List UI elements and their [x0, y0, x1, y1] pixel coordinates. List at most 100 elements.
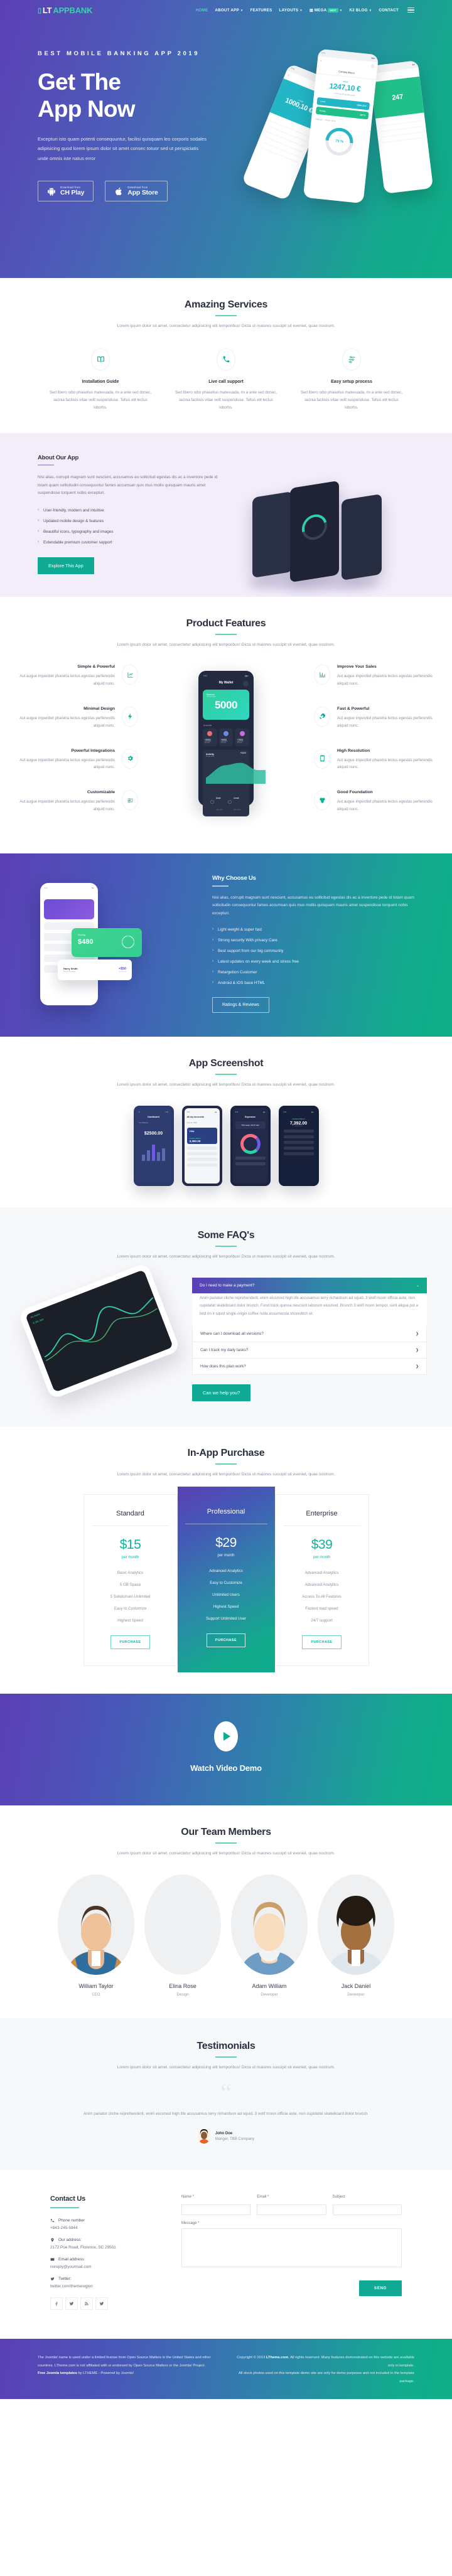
- list-row: [283, 1152, 314, 1155]
- purchase-button-standard[interactable]: PURCHASE: [110, 1635, 150, 1649]
- footer-ltheme-link[interactable]: LTheme.com: [266, 2356, 288, 2360]
- feature-desc: Aut augue imperdiet pharetra lectus eges…: [337, 674, 433, 686]
- week-range: This week, 20-27 Jan: [235, 1121, 266, 1129]
- more-options-icon[interactable]: [243, 681, 249, 687]
- message-textarea[interactable]: [181, 2228, 402, 2267]
- feature-title: Customizable: [87, 790, 115, 795]
- rss-icon[interactable]: [80, 2297, 93, 2311]
- title-underline: [215, 634, 237, 636]
- email-input[interactable]: [257, 2204, 326, 2215]
- plan-feature: Highest Speed: [117, 1618, 143, 1623]
- team-section: Our Team Members Lorem ipsum dolor sit a…: [0, 1805, 452, 2018]
- nav-label: MEGA: [314, 8, 327, 13]
- faq-item: Do I need to make a payment? ⌄ Anim pari…: [192, 1277, 427, 1326]
- card-sub: Visa Debit Account: [237, 741, 244, 744]
- purple-card: [44, 899, 94, 920]
- hamburger-menu-icon[interactable]: [407, 7, 414, 13]
- screenshot-item[interactable]: 9:41 ▮▰ All my accounts June 11, 2019 VIS…: [181, 1105, 222, 1186]
- app-store-button[interactable]: Download from App Store: [105, 181, 168, 202]
- nav-item-layouts[interactable]: LAYOUTS ▼: [279, 8, 303, 13]
- list-row: [186, 1163, 217, 1167]
- faq-item: Where can I download all versions? ❯: [192, 1325, 427, 1342]
- why-title: Why Choose Us: [212, 875, 256, 882]
- nav-item-contact[interactable]: CONTACT: [379, 8, 399, 13]
- sliders-icon: [122, 790, 138, 811]
- faq-accordion: Do I need to make a payment? ⌄ Anim pari…: [192, 1277, 427, 1401]
- faq-question-header[interactable]: Where can I download all versions? ❯: [193, 1326, 426, 1342]
- faq-question-header[interactable]: Do I need to make a payment? ⌄: [192, 1277, 427, 1293]
- screenshot-item[interactable]: 9:41 ▮▰ Available Balance 7,392.00 2019 $…: [278, 1105, 319, 1186]
- twitter-icon[interactable]: [65, 2297, 78, 2311]
- twitter-bird-icon[interactable]: [95, 2297, 108, 2311]
- nav-item-k2-blog[interactable]: K2 BLOG ▼: [349, 8, 372, 13]
- hot-badge: HOT: [328, 8, 338, 13]
- title-underline: [215, 1074, 237, 1076]
- email-field-group: Email *: [257, 2195, 326, 2215]
- features-phone-mockup: 9:41 ▮▮▰ My Wallet Balance 20 Jan 2019 50…: [138, 665, 314, 816]
- screenshot-carousel: ☰ 9:41 Dashboard Your Balance $2500.00 9:…: [19, 1105, 433, 1186]
- faq-section: Some FAQ's Lorem ipsum dolor sit amet, c…: [0, 1207, 452, 1426]
- testimonials-title: Testimonials: [196, 2040, 256, 2051]
- nav-item-mega[interactable]: ▥ MEGA HOT ▼: [309, 8, 343, 13]
- features-right-column: Improve Your Sales Aut augue imperdiet p…: [314, 665, 433, 832]
- nav-item-features[interactable]: FEATURES: [250, 8, 272, 13]
- form-row-top: Name * Email * Subject: [181, 2195, 402, 2215]
- title-underline: [215, 315, 237, 316]
- goal-progress-ring: 75 %: [320, 122, 359, 161]
- screenshot-item[interactable]: 9:41 ▮▰ Expenses This week, 20-27 Jan: [230, 1105, 271, 1186]
- site-logo[interactable]: ▯ LT APPBANK: [38, 6, 92, 15]
- radio-icon: [228, 800, 232, 804]
- nav-item-home[interactable]: HOME: [196, 8, 208, 13]
- testimonial-quote: Anim pariatur cliche reprehenderit, enim…: [83, 2112, 369, 2117]
- subject-field-group: Subject: [332, 2195, 402, 2215]
- send-button[interactable]: SEND: [358, 2280, 402, 2296]
- account-card: +5000 Visa Debit Account: [203, 729, 217, 746]
- feature-item: Improve Your Sales Aut augue imperdiet p…: [314, 665, 433, 688]
- phone-list: [375, 112, 428, 146]
- name-input[interactable]: [181, 2204, 251, 2215]
- faq-question-header[interactable]: How does this plan work? ❯: [193, 1359, 426, 1374]
- can-we-help-you-button[interactable]: Can we help you?: [192, 1384, 251, 1401]
- subject-input[interactable]: [332, 2204, 402, 2215]
- gear-icon: [122, 748, 138, 769]
- tab-credit[interactable]: Credit 5663, 1871: [228, 791, 242, 813]
- footer-joomla-templates-link[interactable]: Free Joomla templates: [38, 2371, 77, 2375]
- ratings-reviews-button[interactable]: Ratings & Reviews: [212, 997, 269, 1013]
- play-icon[interactable]: [214, 1721, 238, 1751]
- feature-item: Fast & Powerful Aut augue imperdiet phar…: [314, 706, 433, 730]
- phone-icon: [50, 2219, 55, 2223]
- screenshot-item[interactable]: ☰ 9:41 Dashboard Your Balance $2500.00: [133, 1105, 174, 1186]
- faq-question-header[interactable]: Can I track my daily tasks? ❯: [193, 1342, 426, 1358]
- name-label: Name *: [181, 2195, 250, 2199]
- list-row: [283, 1146, 314, 1150]
- explore-app-button[interactable]: Explore This App: [38, 557, 94, 575]
- message-label-text: Message: [181, 2221, 197, 2225]
- nav-item-about-app[interactable]: ABOUT APP ▼: [215, 8, 243, 13]
- feature-text-block: Improve Your Sales Aut augue imperdiet p…: [337, 665, 433, 688]
- feature-desc: Aut augue imperdiet pharetra lectus eges…: [19, 757, 115, 770]
- feature-title: Fast & Powerful: [337, 706, 370, 711]
- chevron-down-icon: ▼: [240, 8, 244, 12]
- phone-screen-title: [44, 893, 94, 896]
- required-mark: *: [198, 2221, 200, 2225]
- phone-signal-icon: ▮▰: [311, 1111, 314, 1113]
- pricing-subtitle: Lorem ipsum dolor sit amet, consectetur …: [117, 1472, 335, 1477]
- facebook-icon[interactable]: [50, 2297, 63, 2311]
- feature-desc: Aut augue imperdiet pharetra lectus eges…: [19, 715, 115, 728]
- purchase-button-enterprise[interactable]: PURCHASE: [302, 1635, 342, 1649]
- video-section: Watch Video Demo: [0, 1693, 452, 1805]
- tab-debit[interactable]: Debit 1285, 2651: [210, 791, 224, 813]
- contact-row-card: Harry Smith Recommended +$50 Economie: [58, 959, 132, 981]
- tab-label: Credit: [234, 797, 239, 799]
- feature-title: High Resolution: [337, 748, 370, 753]
- ch-play-button[interactable]: Download from CH Play: [38, 181, 94, 202]
- device-screen: 9:41 ▮▰ Available Balance 7,392.00 2019 $…: [281, 1108, 316, 1184]
- screen-sub: Available Balance: [292, 1118, 305, 1120]
- plan-feature: 24/7 support: [311, 1618, 333, 1623]
- footer-powered-text: by LTHEME - Powered by Joomla!: [77, 2371, 134, 2376]
- ch-play-big-label: CH Play: [60, 189, 85, 197]
- purchase-button-professional[interactable]: PURCHASE: [206, 1633, 246, 1647]
- faq-phone: My Wallet $ 381,360: [18, 1262, 181, 1400]
- chevron-down-icon: ⌄: [416, 1283, 419, 1288]
- back-chevron-icon[interactable]: ‹: [320, 59, 321, 63]
